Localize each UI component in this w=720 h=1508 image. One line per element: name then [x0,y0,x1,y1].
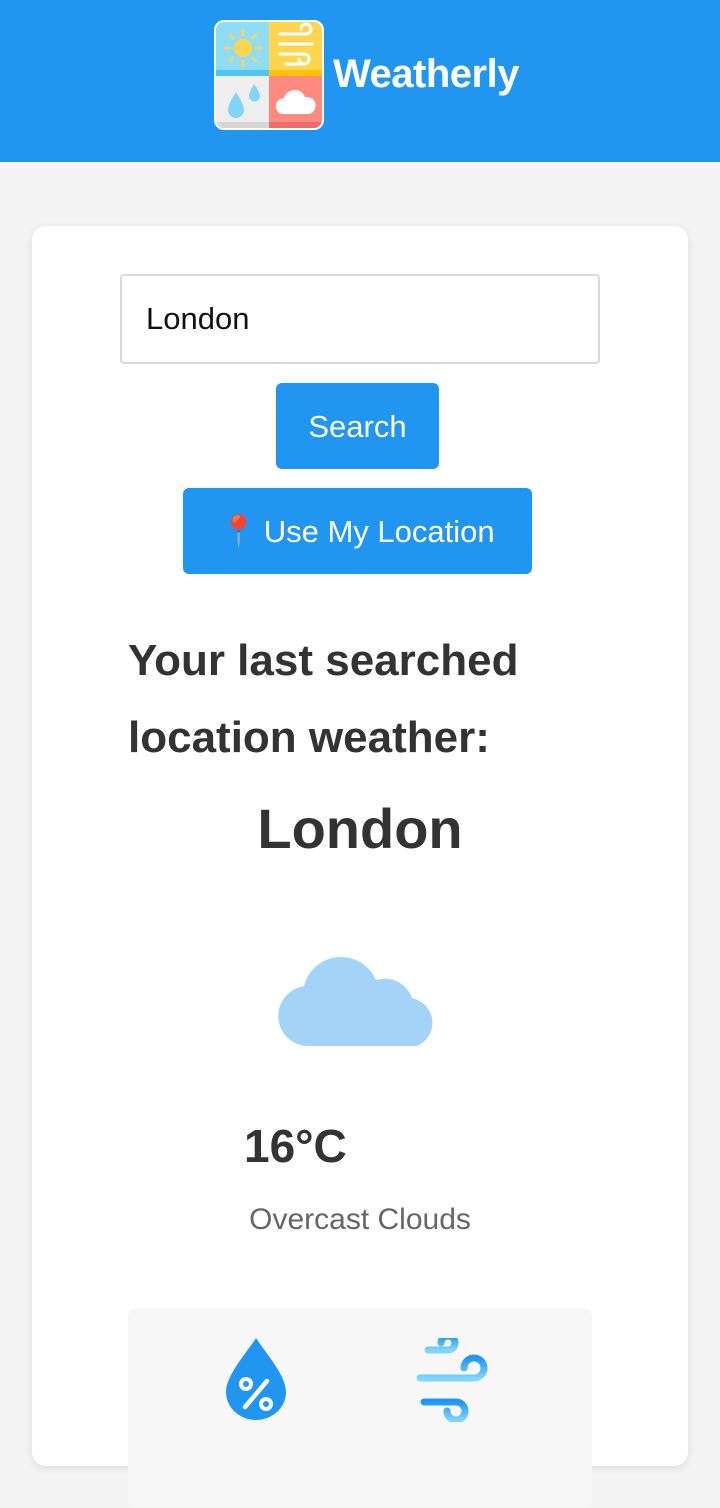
weather-card: Search 📍Use My Location Your last search… [32,226,688,1508]
city-search-input[interactable] [120,274,600,364]
weather-details-panel [128,1308,592,1508]
pin-icon: 📍 [220,515,258,548]
use-my-location-label: Use My Location [263,514,495,549]
last-searched-heading: Your last searched location weather: [128,636,519,762]
humidity-icon [226,1338,286,1420]
app-logo-icon [214,20,324,130]
cloud-icon [278,957,433,1046]
app-title: Weatherly [333,52,519,96]
use-my-location-button[interactable]: 📍 Use My Location [183,488,532,574]
weather-condition: Overcast Clouds [249,1203,471,1236]
search-button[interactable]: Search [276,383,439,469]
city-name: London [257,797,463,860]
app-header: Weatherly [0,0,720,162]
wind-icon [406,1338,488,1422]
temperature: 16°C [244,1120,347,1172]
